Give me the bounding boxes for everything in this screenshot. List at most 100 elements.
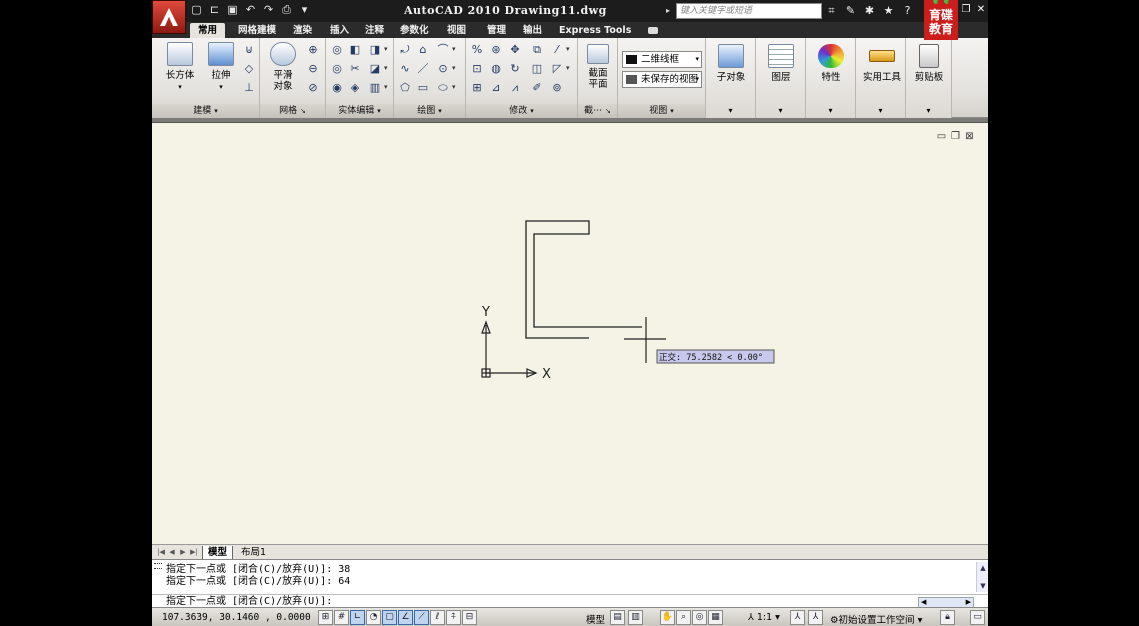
section-plane-button[interactable]: 截面 平面 <box>582 44 614 90</box>
dropdown-icon[interactable]: ▾ <box>298 3 311 17</box>
object-snap-icon[interactable]: ▢ <box>382 610 397 625</box>
dropdown-icon[interactable]: ▾ <box>384 60 391 77</box>
intersect-icon[interactable]: ◎ <box>328 60 346 77</box>
ucs-icon[interactable]: ⊥ <box>240 79 258 96</box>
drawing-area[interactable]: ▭ ❐ ⊠ Y X 正交: 75.2582 < 0.00° <box>152 122 988 544</box>
utilities-panel[interactable]: 实用工具 ▾ <box>856 38 906 118</box>
panel-solid-editing-title[interactable]: 实体编辑 ▾ <box>326 104 393 118</box>
search-expand-icon[interactable]: ▸ <box>666 4 675 18</box>
loft-icon[interactable]: ◇ <box>240 60 258 77</box>
dropdown-icon[interactable]: ▾ <box>452 60 459 77</box>
scroll-right-icon[interactable]: ▶ <box>966 598 971 607</box>
rotate-icon[interactable]: ↻ <box>506 60 524 77</box>
extract-edges-icon[interactable]: ◨ <box>366 41 384 58</box>
polyline-icon[interactable]: ⤾ <box>396 41 414 58</box>
new-icon[interactable]: ▢ <box>190 3 203 17</box>
visual-style-dropdown[interactable]: 二维线框 ▾ <box>622 51 702 68</box>
tab-render[interactable]: 渲染 <box>293 23 312 38</box>
tab-layout1[interactable]: 布局1 <box>236 546 271 560</box>
tab-mesh-modeling[interactable]: 网格建模 <box>238 23 276 38</box>
showmotion-icon[interactable]: ▦ <box>708 610 723 625</box>
dropdown-icon[interactable]: ▾ <box>384 41 391 58</box>
tab-output[interactable]: 输出 <box>523 23 542 38</box>
clean-screen-icon[interactable]: ▭ <box>970 610 985 625</box>
command-input[interactable]: 指定下一点或 [闭合(C)/放弃(U)]: ◀ ▶ <box>152 594 988 608</box>
subtract-icon[interactable]: ◧ <box>346 41 364 58</box>
mesh-refine-icon[interactable]: ⊖ <box>304 60 322 77</box>
quick-properties-icon[interactable]: ⊟ <box>462 610 477 625</box>
separate-icon[interactable]: ◪ <box>366 60 384 77</box>
dynamic-ucs-icon[interactable]: ⟋ <box>414 610 429 625</box>
help-icon[interactable]: ? <box>900 3 915 19</box>
panel-modeling-title[interactable]: 建模 ▾ <box>152 104 259 118</box>
interfere-icon[interactable]: ◉ <box>328 79 346 96</box>
extrude-button[interactable]: 拉伸 ▾ <box>202 42 240 93</box>
dropdown-icon[interactable]: ▾ <box>706 106 755 115</box>
dropdown-icon[interactable]: ▾ <box>566 41 573 58</box>
dropdown-icon[interactable]: ▾ <box>856 106 905 115</box>
scroll-down-icon[interactable]: ▼ <box>977 580 988 592</box>
dropdown-icon[interactable]: ▾ <box>566 60 573 77</box>
chamfer-icon[interactable]: ◸ <box>548 60 566 77</box>
redo-icon[interactable]: ↷ <box>262 3 275 17</box>
save-icon[interactable]: ▣ <box>226 3 239 17</box>
ortho-mode-icon[interactable]: ∟ <box>350 610 365 625</box>
spline-icon[interactable]: ∿ <box>396 60 414 77</box>
steeringwheel-icon[interactable]: ◎ <box>692 610 707 625</box>
panel-modify-title[interactable]: 修改 ▾ <box>466 104 577 118</box>
network-icon[interactable]: ✱ <box>862 3 877 19</box>
dropdown-icon[interactable]: ▾ <box>452 41 459 58</box>
dropdown-icon[interactable]: ▾ <box>384 79 391 96</box>
zoom-icon[interactable]: ⌕ <box>676 610 691 625</box>
quick-view-layouts-icon[interactable]: ▤ <box>610 610 625 625</box>
circle-icon[interactable]: ⊙ <box>434 60 452 77</box>
dropdown-icon[interactable]: ▾ <box>906 106 951 115</box>
restore-icon[interactable]: ❐ <box>960 3 972 17</box>
slice-icon[interactable]: ✂ <box>346 60 364 77</box>
union-icon[interactable]: ◎ <box>328 41 346 58</box>
mesh-smooth-more-icon[interactable]: ⊕ <box>304 41 322 58</box>
box-button[interactable]: 长方体 ▾ <box>160 42 200 93</box>
quick-view-drawings-icon[interactable]: ▥ <box>628 610 643 625</box>
prev-tab-icon[interactable]: ◀ <box>167 547 177 558</box>
move-icon[interactable]: ✥ <box>506 41 524 58</box>
panel-draw-title[interactable]: 绘图 ▾ <box>394 104 465 118</box>
scale-icon[interactable]: % <box>468 41 486 58</box>
application-menu-button[interactable] <box>152 0 186 34</box>
trim-icon[interactable]: ⁄ <box>548 41 566 58</box>
saved-view-dropdown[interactable]: 未保存的视图 ▾ <box>622 71 702 88</box>
show-lineweight-icon[interactable]: ⍏ <box>446 610 461 625</box>
star-icon[interactable]: ★ <box>881 3 896 19</box>
open-icon[interactable]: ⊏ <box>208 3 221 17</box>
array-icon[interactable]: ⧉ <box>528 41 546 58</box>
coordinate-readout[interactable]: 107.3639, 30.1460 , 0.0000 <box>162 612 311 623</box>
tab-view[interactable]: 视图 <box>447 23 466 38</box>
panel-section-title[interactable]: 截⋯ ↘ <box>578 104 617 118</box>
tab-parametric[interactable]: 参数化 <box>400 23 429 38</box>
snap-mode-icon[interactable]: ⊞ <box>318 610 333 625</box>
polygon-icon[interactable]: ⬠ <box>396 79 414 96</box>
tab-home[interactable]: 常用 <box>190 23 226 38</box>
tab-model[interactable]: 模型 <box>202 546 234 560</box>
presspull-icon[interactable]: ⊍ <box>240 41 258 58</box>
annotation-scale[interactable]: ⅄ 1:1 ▾ <box>748 612 780 623</box>
lock-icon[interactable]: 🔒︎ <box>940 610 955 625</box>
minimize-ribbon-icon[interactable] <box>648 27 658 34</box>
tab-annotate[interactable]: 注释 <box>365 23 384 38</box>
arc-icon[interactable]: ⌒ <box>434 41 452 58</box>
dropdown-icon[interactable]: ▾ <box>806 106 855 115</box>
polar-tracking-icon[interactable]: ◔ <box>366 610 381 625</box>
binoculars-icon[interactable]: ⌗ <box>824 3 839 19</box>
dynamic-input-icon[interactable]: ℓ <box>430 610 445 625</box>
ellipse-icon[interactable]: ⬭ <box>434 79 452 96</box>
scroll-left-icon[interactable]: ◀ <box>921 598 926 607</box>
shell-icon[interactable]: ▥ <box>366 79 384 96</box>
mirror-icon[interactable]: ⩘ <box>506 79 524 96</box>
tab-insert[interactable]: 插入 <box>330 23 349 38</box>
dropdown-icon[interactable]: ▾ <box>452 79 459 96</box>
3d-rotate-icon[interactable]: ◍ <box>487 60 505 77</box>
copy-icon[interactable]: ⊡ <box>468 60 486 77</box>
explode-icon[interactable]: ⊚ <box>548 79 566 96</box>
pan-icon[interactable]: ✋ <box>660 610 675 625</box>
grid-display-icon[interactable]: # <box>334 610 349 625</box>
